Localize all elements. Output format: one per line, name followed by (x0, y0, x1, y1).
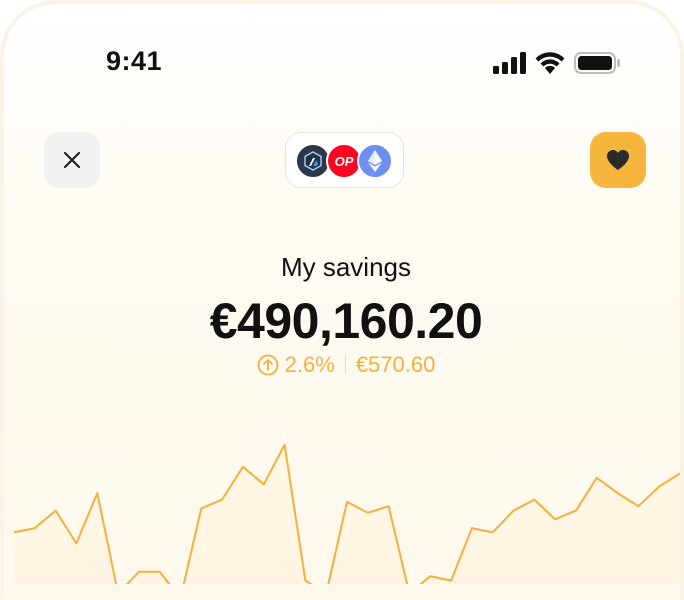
page-title: My savings (280, 252, 412, 282)
heart-icon (607, 150, 629, 170)
status-icons (492, 51, 622, 75)
change-amount: €570.60 (355, 352, 436, 377)
phone-frame: 9:41 OP My savings €490,160.20 2.6% €570… (0, 0, 684, 600)
close-icon (63, 151, 81, 169)
close-button[interactable] (44, 132, 100, 188)
status-time: 9:41 (106, 46, 163, 76)
wifi-icon (535, 52, 565, 74)
change-percent: 2.6% (284, 352, 335, 377)
savings-chart[interactable] (4, 424, 684, 584)
optimism-label: OP (334, 153, 354, 169)
network-selector[interactable]: OP (285, 132, 404, 188)
change-divider (344, 356, 346, 374)
signal-icon (493, 52, 526, 74)
battery-icon (574, 52, 620, 74)
chart-area (14, 444, 680, 584)
balance-change: 2.6% €570.60 (4, 352, 680, 378)
ethereum-icon (357, 143, 393, 179)
favorite-button[interactable] (590, 132, 646, 188)
arrow-up-circle-icon (257, 354, 279, 376)
balance-amount: €490,160.20 (209, 293, 483, 349)
